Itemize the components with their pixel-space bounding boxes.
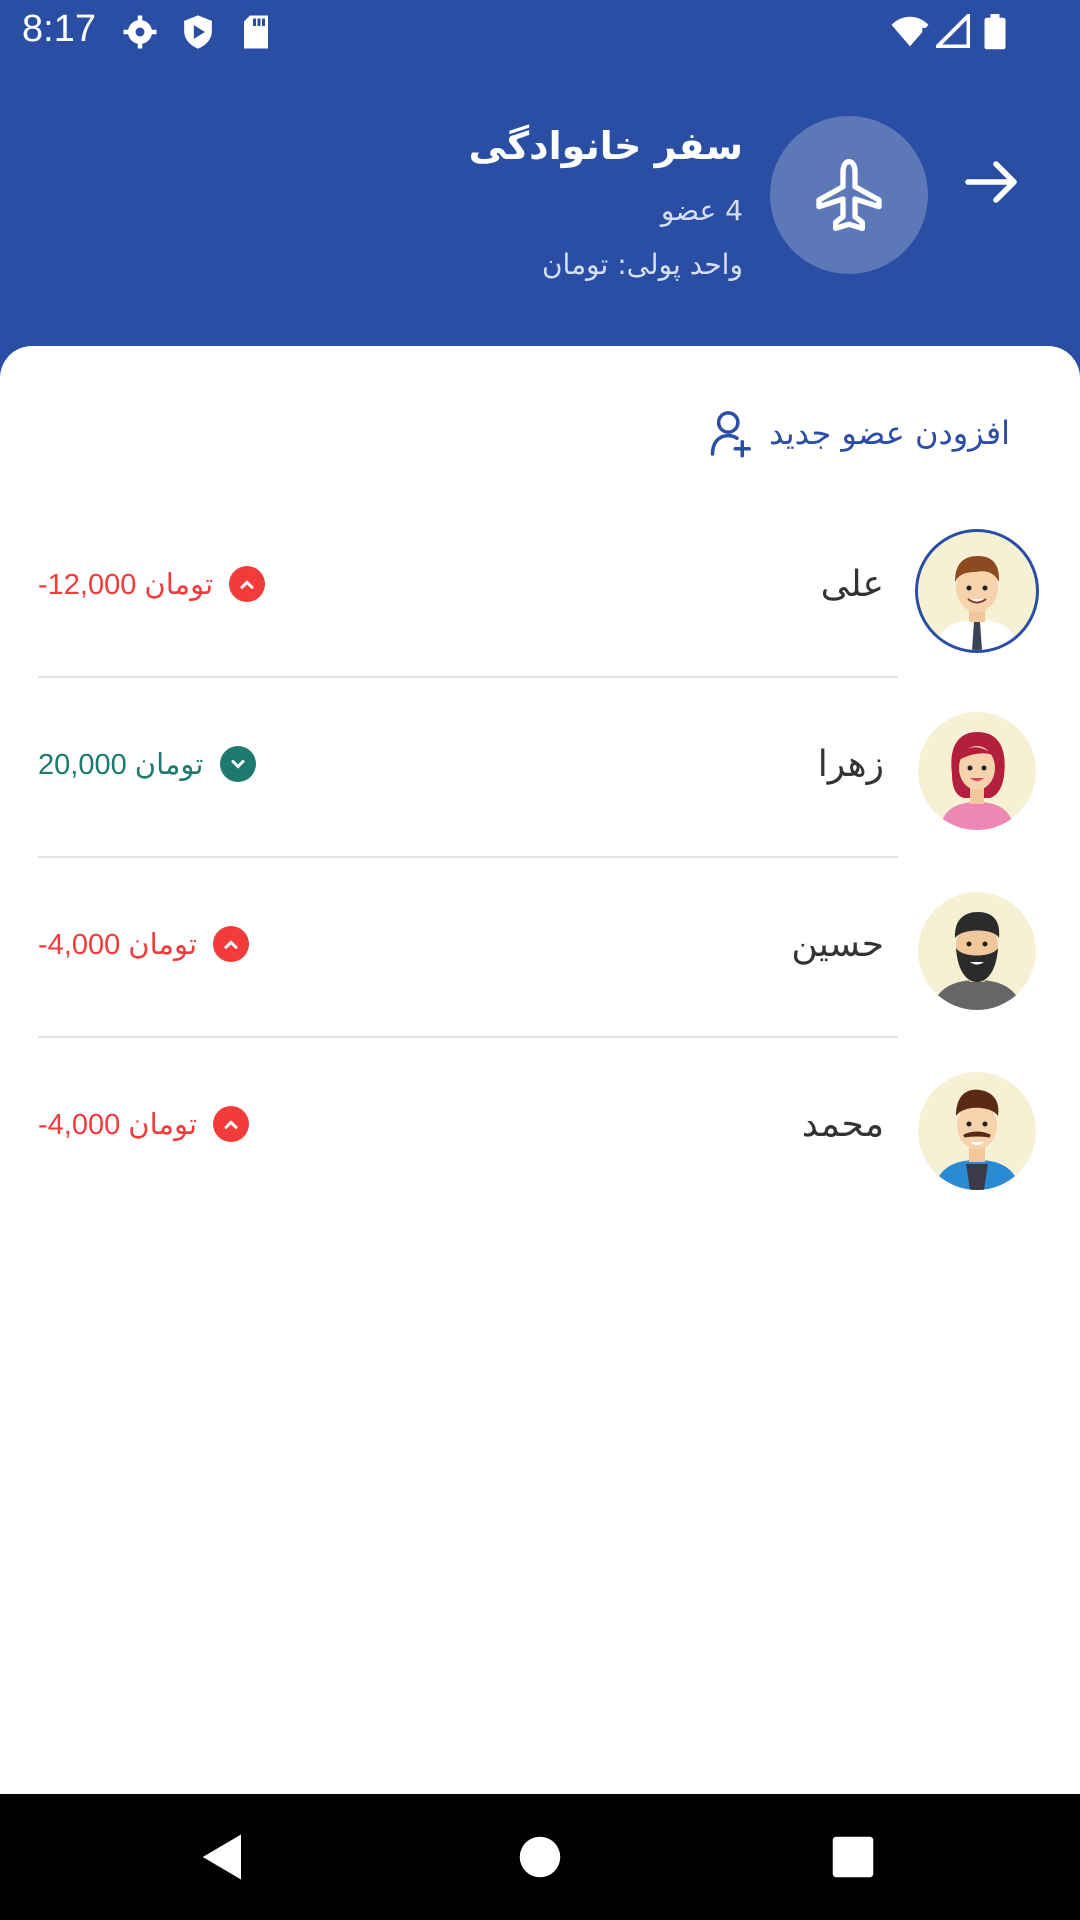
group-currency: واحد پولی: تومان (541, 248, 743, 281)
bearded-man-avatar (932, 912, 1022, 1010)
member-name: زهرا (817, 744, 884, 785)
chevron-up-icon (213, 926, 250, 962)
home-icon[interactable] (513, 1830, 567, 1884)
chevron-down-icon (219, 746, 256, 782)
woman-red-hair-avatar (940, 732, 1014, 830)
airplane-icon (816, 159, 882, 231)
balance-amount: 20,000 تومان (38, 748, 204, 781)
avatar (918, 1072, 1036, 1190)
member-name: حسین (791, 924, 884, 965)
member-balance: -4,000 تومان (38, 926, 250, 962)
man-with-tie-avatar (936, 556, 1018, 650)
balance-amount: -12,000 تومان (38, 568, 214, 601)
group-avatar (770, 116, 928, 274)
shield-play-icon (184, 15, 212, 49)
member-row[interactable]: حسین -4,000 تومان (0, 858, 1080, 1038)
add-member-label: افزودن عضو جدید (768, 414, 1010, 452)
member-row[interactable]: زهرا 20,000 تومان (0, 678, 1080, 858)
back-icon[interactable] (196, 1830, 250, 1884)
group-title: سفر خانوادگی (468, 124, 743, 168)
chevron-up-icon (229, 566, 266, 602)
member-row[interactable]: علی -12,000 تومان (0, 498, 1080, 678)
member-balance: 20,000 تومان (38, 746, 256, 782)
back-arrow-icon[interactable] (960, 150, 1024, 214)
avatar (918, 712, 1036, 830)
balance-amount: -4,000 تومان (38, 928, 198, 961)
avatar (918, 892, 1036, 1010)
member-name: علی (820, 564, 884, 605)
add-member-button[interactable]: افزودن عضو جدید (709, 408, 1010, 458)
member-balance: -4,000 تومان (38, 1106, 250, 1142)
group-member-count: 4 عضو (660, 194, 743, 227)
status-time: 8:17 (22, 8, 96, 50)
signal-icon (936, 14, 970, 48)
avatar (915, 529, 1039, 653)
recents-icon[interactable] (826, 1830, 880, 1884)
settings-icon (123, 15, 157, 49)
members-sheet: افزودن عضو جدید علی -12,000 تومان زهرا 2… (0, 346, 1080, 1794)
member-row[interactable]: محمد -4,000 تومان (0, 1038, 1080, 1218)
navigation-bar (0, 1794, 1080, 1920)
man-blue-jacket-avatar (934, 1089, 1020, 1190)
balance-amount: -4,000 تومان (38, 1108, 198, 1141)
member-name: محمد (801, 1104, 884, 1145)
status-bar: 8:17 (0, 0, 1080, 64)
member-balance: -12,000 تومان (38, 566, 266, 602)
add-user-icon (710, 411, 751, 458)
sd-card-icon (244, 15, 268, 49)
battery-icon (984, 14, 1006, 50)
wifi-alert-icon (891, 16, 929, 47)
chevron-up-icon (213, 1106, 250, 1142)
